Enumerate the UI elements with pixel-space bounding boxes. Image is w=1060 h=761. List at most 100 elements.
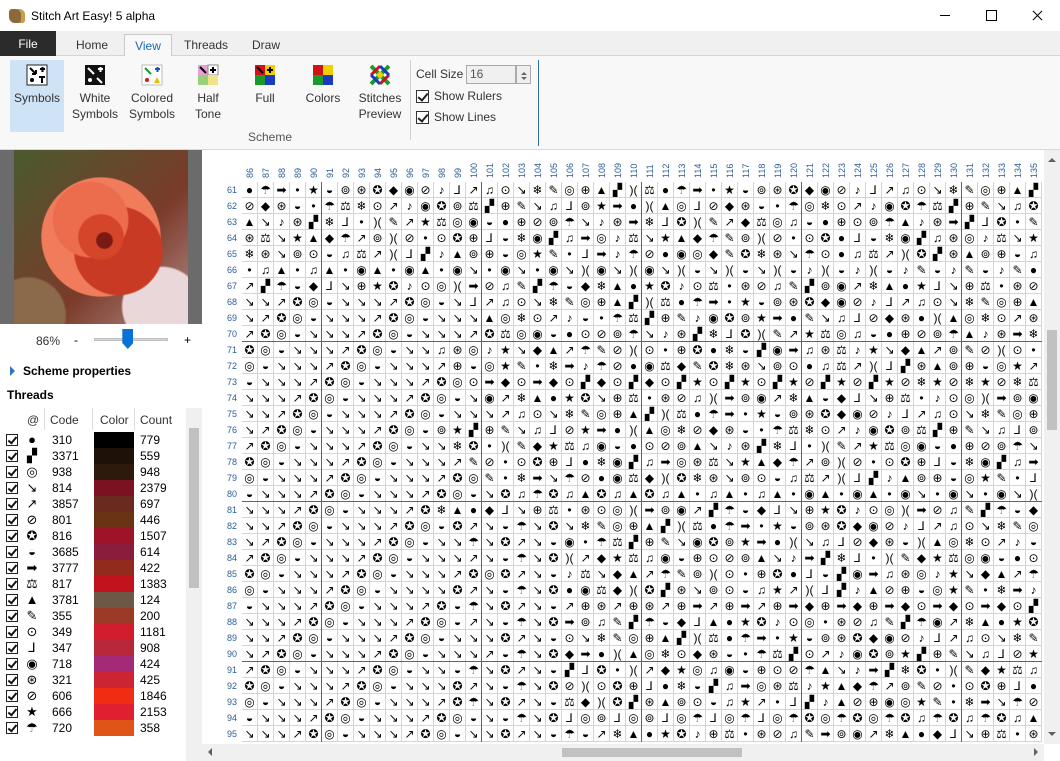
stitch-cell[interactable]: ⚖ (706, 278, 722, 294)
stitch-cell[interactable]: ↘ (386, 710, 402, 726)
thread-visible-checkbox[interactable] (6, 642, 18, 654)
stitch-cell[interactable]: ↘ (354, 422, 370, 438)
stitch-cell[interactable]: ↗ (370, 246, 386, 262)
stitch-cell[interactable]: ◉ (482, 390, 498, 406)
stitch-cell[interactable]: ◒ (450, 726, 466, 742)
stitch-cell[interactable]: ↘ (466, 646, 482, 662)
stitch-cell[interactable]: ✪ (594, 486, 610, 502)
stitch-cell[interactable]: ↘ (722, 470, 738, 486)
stitch-cell[interactable]: ⊙ (962, 678, 978, 694)
stitch-cell[interactable]: )( (770, 262, 786, 278)
stitch-cell[interactable]: ⊚ (754, 182, 770, 198)
minimize-button[interactable] (922, 0, 968, 31)
stitch-cell[interactable]: ◉ (690, 534, 706, 550)
stitch-cell[interactable]: ↘ (914, 486, 930, 502)
stitch-cell[interactable]: ◎ (418, 294, 434, 310)
stitch-cell[interactable]: ◆ (978, 566, 994, 582)
stitch-cell[interactable]: ● (722, 630, 738, 646)
stitch-cell[interactable]: ◒ (466, 358, 482, 374)
stitch-cell[interactable]: ✪ (546, 614, 562, 630)
stitch-cell[interactable]: ◒ (354, 486, 370, 502)
stitch-cell[interactable]: ♪ (930, 390, 946, 406)
stitch-cell[interactable]: ↘ (274, 710, 290, 726)
stitch-cell[interactable]: ↘ (434, 566, 450, 582)
stitch-cell[interactable]: ☂ (882, 710, 898, 726)
stitch-cell[interactable]: ◎ (306, 406, 322, 422)
stitch-cell[interactable]: ▞ (962, 214, 978, 230)
stitch-cell[interactable]: ↘ (402, 470, 418, 486)
stitch-cell[interactable]: ⊘ (834, 182, 850, 198)
stitch-cell[interactable]: ↗ (514, 566, 530, 582)
stitch-cell[interactable]: ♫ (818, 358, 834, 374)
stitch-cell[interactable]: ◒ (738, 502, 754, 518)
stitch-cell[interactable]: ➡ (578, 230, 594, 246)
stitch-cell[interactable]: ❄ (946, 182, 962, 198)
thread-row[interactable]: ↘ 814 2379 (0, 480, 186, 496)
stitch-cell[interactable]: ⊚ (818, 630, 834, 646)
stitch-cell[interactable]: ↗ (402, 614, 418, 630)
stitch-cell[interactable]: ⊕ (818, 598, 834, 614)
stitch-cell[interactable]: ⊚ (674, 694, 690, 710)
stitch-cell[interactable]: ↘ (450, 326, 466, 342)
stitch-cell[interactable]: ◎ (466, 342, 482, 358)
stitch-cell[interactable]: ◎ (258, 566, 274, 582)
stitch-cell[interactable]: ☂ (770, 422, 786, 438)
stitch-cell[interactable]: ● (1010, 550, 1026, 566)
stitch-cell[interactable]: ◆ (818, 294, 834, 310)
stitch-cell[interactable]: ↘ (322, 454, 338, 470)
stitch-cell[interactable]: ↘ (274, 598, 290, 614)
stitch-cell[interactable]: ✎ (386, 214, 402, 230)
stitch-cell[interactable]: ⊘ (562, 678, 578, 694)
stitch-cell[interactable]: ◎ (642, 646, 658, 662)
stitch-cell[interactable]: ↘ (402, 358, 418, 374)
stitch-cell[interactable]: ✪ (258, 550, 274, 566)
stitch-cell[interactable]: ◒ (578, 726, 594, 742)
stitch-cell[interactable]: ↗ (850, 358, 866, 374)
stitch-cell[interactable]: ⅃ (994, 646, 1010, 662)
stitch-cell[interactable]: ♪ (482, 342, 498, 358)
stitch-cell[interactable]: ✪ (258, 662, 274, 678)
stitch-cell[interactable]: ⚖ (594, 582, 610, 598)
stitch-cell[interactable]: ↘ (658, 262, 674, 278)
stitch-cell[interactable]: ⚖ (946, 550, 962, 566)
stitch-cell[interactable]: ▲ (818, 486, 834, 502)
stitch-cell[interactable]: ❄ (834, 550, 850, 566)
stitch-cell[interactable]: ▞ (658, 582, 674, 598)
stitch-cell[interactable]: ⊕ (866, 598, 882, 614)
stitch-cell[interactable]: • (722, 294, 738, 310)
stitch-cell[interactable]: ◉ (834, 294, 850, 310)
stitch-cell[interactable]: ✎ (882, 614, 898, 630)
stitch-cell[interactable]: ✪ (498, 726, 514, 742)
stitch-cell[interactable]: ◎ (450, 710, 466, 726)
stitch-cell[interactable]: ▲ (530, 390, 546, 406)
stitch-cell[interactable]: • (946, 678, 962, 694)
stitch-cell[interactable]: ✎ (1010, 518, 1026, 534)
thread-color-swatch[interactable] (94, 448, 134, 464)
stitch-cell[interactable]: ◉ (450, 262, 466, 278)
thread-row[interactable]: ● 310 779 (0, 432, 186, 448)
stitch-cell[interactable]: ✪ (290, 406, 306, 422)
stitch-cell[interactable]: ↘ (290, 694, 306, 710)
stitch-cell[interactable]: ➡ (658, 454, 674, 470)
stitch-cell[interactable]: )( (786, 534, 802, 550)
stitch-cell[interactable]: ▞ (754, 438, 770, 454)
stitch-cell[interactable]: ◎ (306, 294, 322, 310)
stitch-cell[interactable]: ✪ (674, 726, 690, 742)
stitch-cell[interactable]: ◎ (434, 726, 450, 742)
stitch-cell[interactable]: ♫ (802, 342, 818, 358)
stitch-cell[interactable]: ↘ (402, 710, 418, 726)
stitch-cell[interactable]: ↘ (1010, 486, 1026, 502)
stitch-cell[interactable]: ▲ (482, 310, 498, 326)
stitch-cell[interactable]: ↘ (386, 502, 402, 518)
zoom-slider-thumb[interactable] (122, 329, 134, 349)
stitch-cell[interactable]: ★ (898, 646, 914, 662)
stitch-cell[interactable]: ⊘ (978, 342, 994, 358)
stitch-cell[interactable]: ◒ (466, 710, 482, 726)
stitch-cell[interactable]: ▞ (834, 566, 850, 582)
stitch-cell[interactable]: ♫ (882, 566, 898, 582)
stitch-cell[interactable]: ⊛ (706, 646, 722, 662)
stitch-cell[interactable]: ◒ (770, 406, 786, 422)
thread-row[interactable]: ◎ 938 948 (0, 464, 186, 480)
stitch-cell[interactable]: ⊚ (802, 518, 818, 534)
stitch-cell[interactable]: ♫ (530, 422, 546, 438)
